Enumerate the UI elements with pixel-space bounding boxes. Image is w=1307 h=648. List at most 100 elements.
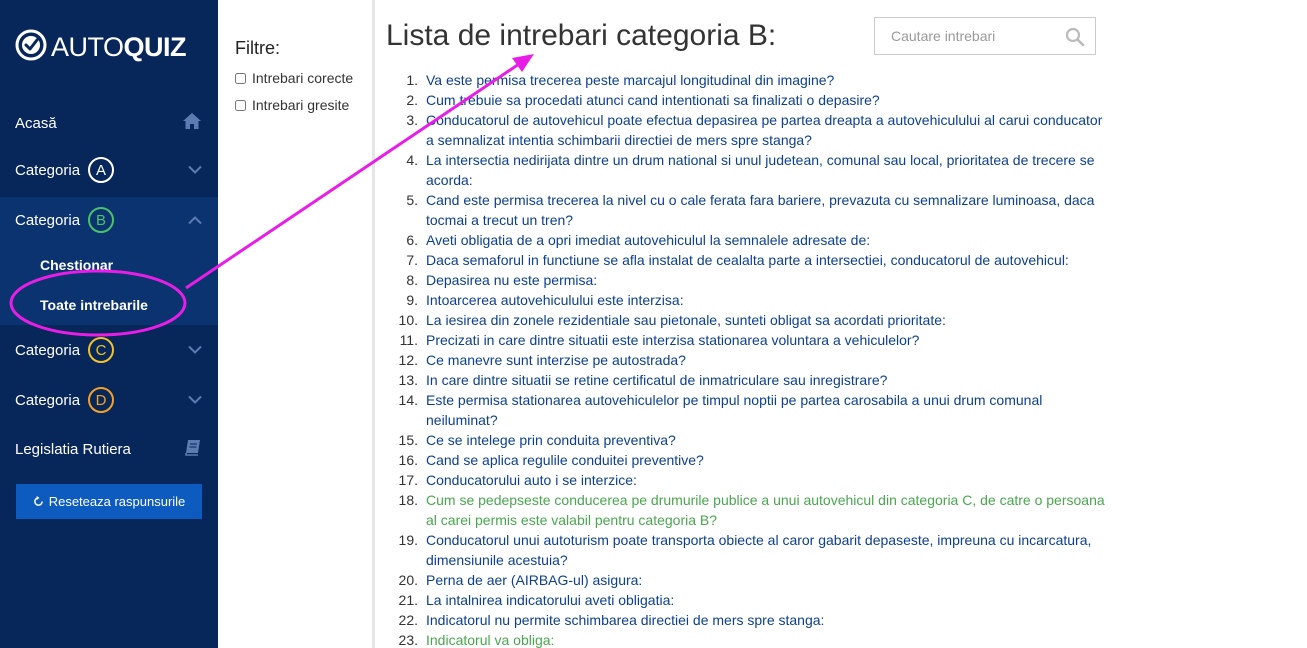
question-link[interactable]: Ce manevre sunt interzise pe autostrada?	[426, 350, 1111, 370]
question-item[interactable]: 5. Cand este permisa trecerea la nivel cu…	[386, 190, 1116, 230]
question-item[interactable]: 18. Cum se pedepseste conducerea pe drumu…	[386, 490, 1116, 530]
question-number: 13.	[398, 372, 418, 388]
reset-answers-button[interactable]: Reseteaza raspunsurile	[16, 484, 202, 519]
sidebar-item-category-a[interactable]: Categoria A	[0, 145, 218, 195]
question-link[interactable]: Indicatorul va obliga:	[426, 630, 1111, 648]
question-number: 8.	[406, 272, 418, 288]
filter-panel: Filtre: Intrebari corecte Intrebari gres…	[218, 0, 375, 648]
question-link[interactable]: Precizati in care dintre situatii este i…	[426, 330, 1111, 350]
question-number: 19.	[398, 532, 418, 548]
question-link[interactable]: Indicatorul nu permite schimbarea direct…	[426, 610, 1111, 630]
question-link[interactable]: Conducatorului auto i se interzice:	[426, 470, 1111, 490]
question-link[interactable]: Conducatorul unui autoturism poate trans…	[426, 530, 1111, 570]
chevron-up-icon	[188, 212, 202, 229]
question-link[interactable]: La iesirea din zonele rezidentiale sau p…	[426, 310, 1111, 330]
sidebar-item-category-c[interactable]: Categoria C	[0, 325, 218, 375]
question-number: 5.	[406, 192, 418, 208]
question-link[interactable]: Cand este permisa trecerea la nivel cu o…	[426, 190, 1111, 230]
question-number: 18.	[398, 492, 418, 508]
search-box	[874, 17, 1096, 55]
filter-wrong-option[interactable]: Intrebari gresite	[235, 97, 349, 113]
chevron-down-icon	[188, 342, 202, 359]
search-icon[interactable]	[1065, 27, 1085, 52]
sidebar: AUTOQUIZ Acasă Categoria A Categoria B C…	[0, 0, 218, 648]
question-number: 3.	[406, 112, 418, 128]
question-number: 1.	[406, 72, 418, 88]
question-link[interactable]: La intersectia nedirijata dintre un drum…	[426, 150, 1111, 190]
question-item[interactable]: 8. Depasirea nu este permisa:	[386, 270, 1116, 290]
question-item[interactable]: 17. Conducatorului auto i se interzice:	[386, 470, 1116, 490]
question-number: 12.	[398, 352, 418, 368]
question-item[interactable]: 3. Conducatorul de autovehicul poate efec…	[386, 110, 1116, 150]
question-number: 20.	[398, 572, 418, 588]
question-number: 16.	[398, 452, 418, 468]
sidebar-item-home[interactable]: Acasă	[0, 98, 218, 148]
question-item[interactable]: 16. Cand se aplica regulile conduitei pre…	[386, 450, 1116, 470]
question-item[interactable]: 14. Este permisa stationarea autovehicule…	[386, 390, 1116, 430]
question-link[interactable]: In care dintre situatii se retine certif…	[426, 370, 1111, 390]
sidebar-item-category-b[interactable]: Categoria B	[0, 195, 218, 245]
filter-wrong-checkbox[interactable]	[235, 99, 246, 111]
category-b-badge: B	[88, 207, 115, 233]
question-item[interactable]: 13. In care dintre situatii se retine cer…	[386, 370, 1116, 390]
question-number: 17.	[398, 472, 418, 488]
question-item[interactable]: 19. Conducatorul unui autoturism poate tr…	[386, 530, 1116, 570]
question-item[interactable]: 12. Ce manevre sunt interzise pe autostra…	[386, 350, 1116, 370]
sidebar-item-label: Legislatia Rutiera	[15, 440, 131, 458]
question-number: 21.	[398, 592, 418, 608]
question-number: 6.	[406, 232, 418, 248]
question-item[interactable]: 22. Indicatorul nu permite schimbarea dir…	[386, 610, 1116, 630]
page-title: Lista de intrebari categoria B:	[386, 19, 777, 52]
question-item[interactable]: 23. Indicatorul va obliga:	[386, 630, 1116, 648]
question-item[interactable]: 7. Daca semaforul in functiune se afla in…	[386, 250, 1116, 270]
question-number: 23.	[398, 632, 418, 648]
question-link[interactable]: Cum trebuie sa procedati atunci cand int…	[426, 90, 1111, 110]
question-item[interactable]: 20. Perna de aer (AIRBAG-ul) asigura:	[386, 570, 1116, 590]
question-link[interactable]: La intalnirea indicatorului aveti obliga…	[426, 590, 1111, 610]
category-c-badge: C	[88, 337, 115, 363]
question-item[interactable]: 6. Aveti obligatia de a opri imediat auto…	[386, 230, 1116, 250]
filter-correct-option[interactable]: Intrebari corecte	[235, 70, 353, 86]
question-item[interactable]: 11. Precizati in care dintre situatii est…	[386, 330, 1116, 350]
question-link[interactable]: Cum se pedepseste conducerea pe drumuril…	[426, 490, 1111, 530]
question-link[interactable]: Daca semaforul in functiune se afla inst…	[426, 250, 1111, 270]
check-circle-icon	[15, 29, 47, 66]
filter-title: Filtre:	[235, 38, 280, 58]
question-number: 2.	[406, 92, 418, 108]
sidebar-item-legislatie[interactable]: Legislatia Rutiera	[0, 424, 218, 474]
sidebar-item-category-d[interactable]: Categoria D	[0, 375, 218, 425]
chevron-down-icon	[188, 162, 202, 179]
sidebar-subitem-chestionar[interactable]: Chestionar	[40, 257, 113, 273]
sidebar-item-label: Categoria	[15, 161, 81, 179]
question-number: 14.	[398, 392, 418, 408]
sidebar-item-label: Acasă	[15, 114, 57, 132]
question-link[interactable]: Cand se aplica regulile conduitei preven…	[426, 450, 1111, 470]
logo[interactable]: AUTOQUIZ	[15, 29, 187, 66]
question-item[interactable]: 15. Ce se intelege prin conduita preventi…	[386, 430, 1116, 450]
question-link[interactable]: Ce se intelege prin conduita preventiva?	[426, 430, 1111, 450]
question-item[interactable]: 4. La intersectia nedirijata dintre un dr…	[386, 150, 1116, 190]
question-item[interactable]: 1. Va este permisa trecerea peste marcaju…	[386, 70, 1116, 90]
question-item[interactable]: 10. La iesirea din zonele rezidentiale sa…	[386, 310, 1116, 330]
logo-text: AUTOQUIZ	[51, 31, 187, 62]
question-item[interactable]: 2. Cum trebuie sa procedati atunci cand i…	[386, 90, 1116, 110]
sidebar-subitem-toate-intrebarile[interactable]: Toate intrebarile	[40, 297, 148, 313]
question-link[interactable]: Conducatorul de autovehicul poate efectu…	[426, 110, 1111, 150]
question-link[interactable]: Va este permisa trecerea peste marcajul …	[426, 70, 1111, 90]
question-item[interactable]: 9. Intoarcerea autovehiculului este inter…	[386, 290, 1116, 310]
book-icon	[184, 438, 202, 460]
chevron-down-icon	[188, 392, 202, 409]
questions-list: 1. Va este permisa trecerea peste marcaju…	[386, 70, 1116, 648]
question-link[interactable]: Perna de aer (AIRBAG-ul) asigura:	[426, 570, 1111, 590]
sidebar-item-label: Categoria	[15, 211, 81, 229]
question-link[interactable]: Intoarcerea autovehiculului este interzi…	[426, 290, 1111, 310]
refresh-icon	[33, 496, 44, 507]
question-number: 15.	[398, 432, 418, 448]
question-item[interactable]: 21. La intalnirea indicatorului aveti obl…	[386, 590, 1116, 610]
question-link[interactable]: Aveti obligatia de a opri imediat autove…	[426, 230, 1111, 250]
question-link[interactable]: Depasirea nu este permisa:	[426, 270, 1111, 290]
filter-correct-checkbox[interactable]	[235, 72, 246, 84]
question-link[interactable]: Este permisa stationarea autovehiculelor…	[426, 390, 1111, 430]
search-input[interactable]	[875, 18, 1055, 54]
category-d-badge: D	[88, 387, 115, 413]
